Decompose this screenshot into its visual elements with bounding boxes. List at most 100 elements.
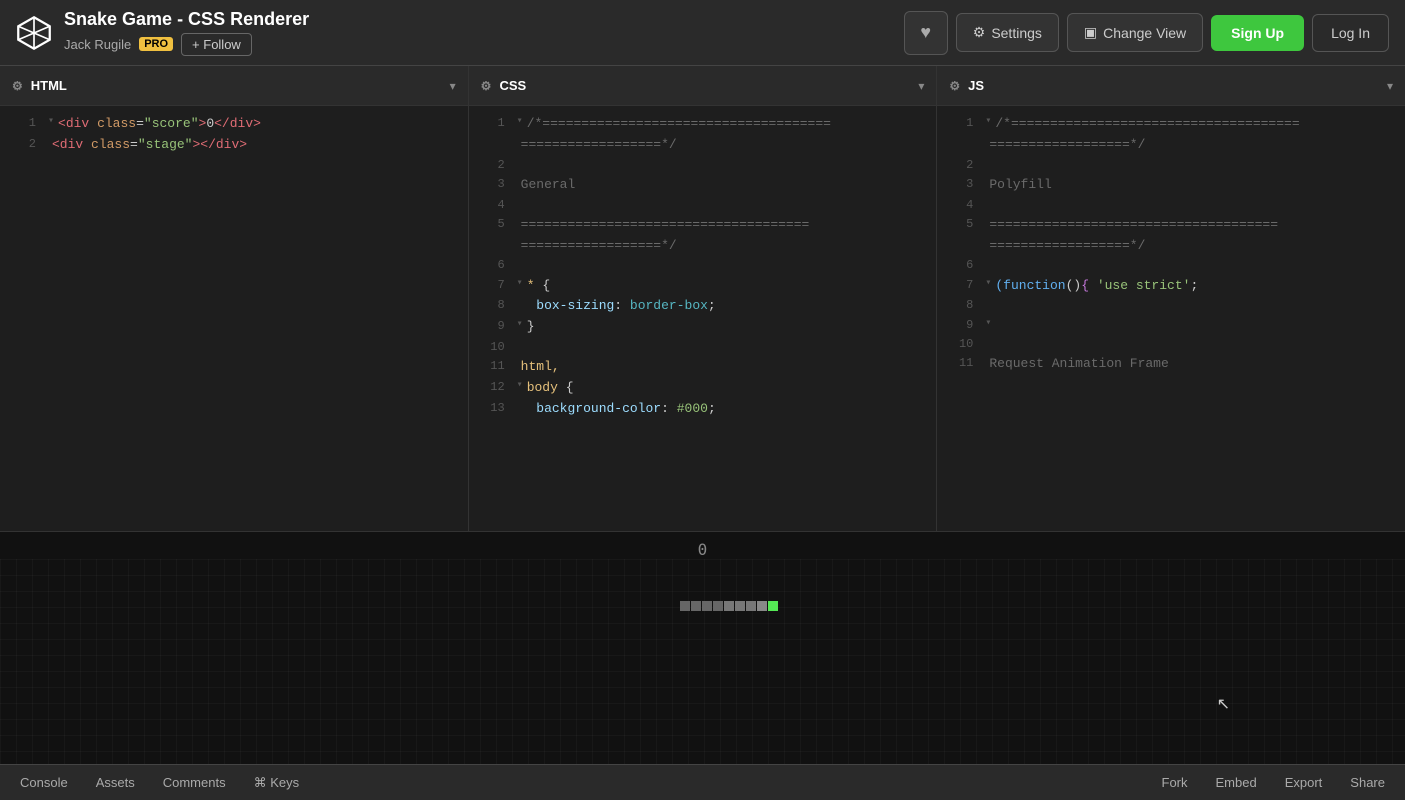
table-row: 1 ▾/*====================================… [937, 114, 1405, 135]
settings-button[interactable]: ⚙ Settings [956, 13, 1059, 52]
line-number: 6 [477, 256, 505, 275]
line-number: 2 [945, 156, 973, 175]
bottom-bar: ConsoleAssetsComments⌘ Keys ForkEmbedExp… [0, 764, 1405, 800]
js-code-content[interactable]: 1 ▾/*====================================… [937, 106, 1405, 531]
line-number: 6 [945, 256, 973, 275]
follow-button[interactable]: + Follow [181, 33, 252, 56]
code-text: ==================*/ [521, 236, 677, 257]
code-text: } [527, 317, 535, 338]
table-row: 5 ===================================== [937, 215, 1405, 236]
table-row: 1▾<div class="score">0</div> [0, 114, 468, 135]
css-pane-chevron[interactable]: ▾ [918, 79, 924, 93]
code-text: (function(){ 'use strict'; [995, 276, 1198, 297]
code-text: General [521, 175, 576, 196]
snake-segment [724, 601, 734, 611]
line-number: 1 [945, 114, 973, 135]
cursor-indicator: ↖ [1217, 694, 1230, 714]
signup-button[interactable]: Sign Up [1211, 15, 1304, 51]
line-number: 4 [477, 196, 505, 215]
bottom-tab[interactable]: Comments [151, 771, 238, 795]
change-view-button[interactable]: ▣ Change View [1067, 13, 1203, 52]
login-button[interactable]: Log In [1312, 14, 1389, 52]
html-pane-chevron[interactable]: ▾ [450, 79, 456, 93]
line-number: 11 [477, 357, 505, 378]
css-code-content[interactable]: 1▾/*====================================… [469, 106, 937, 531]
table-row: 6 [469, 256, 937, 275]
bottom-tab[interactable]: ⌘ Keys [242, 771, 312, 795]
line-number: 4 [945, 196, 973, 215]
code-text: html, [521, 357, 560, 378]
editor-area: ⚙ HTML ▾ 1▾<div class="score">0</div>2 <… [0, 66, 1405, 532]
code-text: ==================*/ [989, 135, 1145, 156]
bottom-action-button[interactable]: Embed [1204, 771, 1269, 794]
code-text: <div class="score">0</div> [58, 114, 261, 135]
line-number: 1 [477, 114, 505, 135]
css-pane: ⚙ CSS ▾ 1▾/*============================… [469, 66, 938, 531]
html-pane-header: ⚙ HTML ▾ [0, 66, 468, 106]
title-block: Snake Game - CSS Renderer Jack Rugile PR… [64, 9, 892, 56]
table-row: 9▾ [937, 316, 1405, 335]
html-pane: ⚙ HTML ▾ 1▾<div class="score">0</div>2 <… [0, 66, 469, 531]
table-row: 10 [469, 338, 937, 357]
code-text: box-sizing: border-box; [521, 296, 716, 317]
gear-icon: ⚙ [973, 24, 986, 41]
table-row: 8 [937, 296, 1405, 315]
snake-segment [702, 601, 712, 611]
code-text: /*===================================== [995, 114, 1299, 135]
table-row: 1 ▾/*====================================… [469, 114, 937, 135]
snake-segment [680, 601, 690, 611]
table-row: 8 box-sizing: border-box; [469, 296, 937, 317]
heart-button[interactable]: ♥ [904, 11, 948, 55]
snake-segment [691, 601, 701, 611]
table-row: ==================*/ [469, 135, 937, 156]
code-text: /*===================================== [527, 114, 831, 135]
line-number [945, 135, 973, 156]
table-row: 2 [937, 156, 1405, 175]
logo[interactable] [16, 15, 52, 51]
bottom-tab[interactable]: Assets [84, 771, 147, 795]
bottom-action-button[interactable]: Export [1273, 771, 1335, 794]
line-number: 3 [477, 175, 505, 196]
bottom-tabs: ConsoleAssetsComments⌘ Keys [8, 771, 311, 795]
bottom-action-button[interactable]: Fork [1150, 771, 1200, 794]
html-pane-title: HTML [31, 78, 67, 93]
css-pane-header: ⚙ CSS ▾ [469, 66, 937, 106]
bottom-tab[interactable]: Console [8, 771, 80, 795]
table-row: 7▾* { [469, 276, 937, 297]
fold-icon: ▾ [517, 276, 523, 297]
preview-area: 0 ↖ [0, 532, 1405, 764]
line-number [945, 236, 973, 257]
fold-icon: ▾ [985, 114, 991, 135]
line-number: 13 [477, 399, 505, 420]
table-row: ==================*/ [937, 135, 1405, 156]
html-code-content[interactable]: 1▾<div class="score">0</div>2 <div class… [0, 106, 468, 531]
code-text: Request Animation Frame [989, 354, 1168, 375]
fold-icon: ▾ [517, 114, 523, 135]
author-name: Jack Rugile [64, 37, 131, 52]
table-row: 12▾body { [469, 378, 937, 399]
table-row: 9▾} [469, 317, 937, 338]
fold-icon: ▾ [48, 114, 54, 135]
snake-segment [713, 601, 723, 611]
table-row: 2 [469, 156, 937, 175]
snake-segment [735, 601, 745, 611]
table-row: 4 [937, 196, 1405, 215]
js-pane-title: JS [968, 78, 984, 93]
table-row: 4 [469, 196, 937, 215]
snake [680, 601, 778, 611]
js-pane-icon: ⚙ [949, 79, 960, 93]
line-number: 10 [477, 338, 505, 357]
heart-icon: ♥ [920, 22, 931, 43]
js-pane-chevron[interactable]: ▾ [1387, 79, 1393, 93]
line-number: 5 [477, 215, 505, 236]
code-text: ===================================== [521, 215, 810, 236]
table-row: 3 Polyfill [937, 175, 1405, 196]
table-row: 6 [937, 256, 1405, 275]
snake-segment [746, 601, 756, 611]
line-number: 9 [477, 317, 505, 338]
preview-game: ↖ [0, 559, 1405, 764]
js-pane: ⚙ JS ▾ 1▾/*=============================… [937, 66, 1405, 531]
page-title: Snake Game - CSS Renderer [64, 9, 892, 31]
bottom-action-button[interactable]: Share [1338, 771, 1397, 794]
line-number: 7 [477, 276, 505, 297]
